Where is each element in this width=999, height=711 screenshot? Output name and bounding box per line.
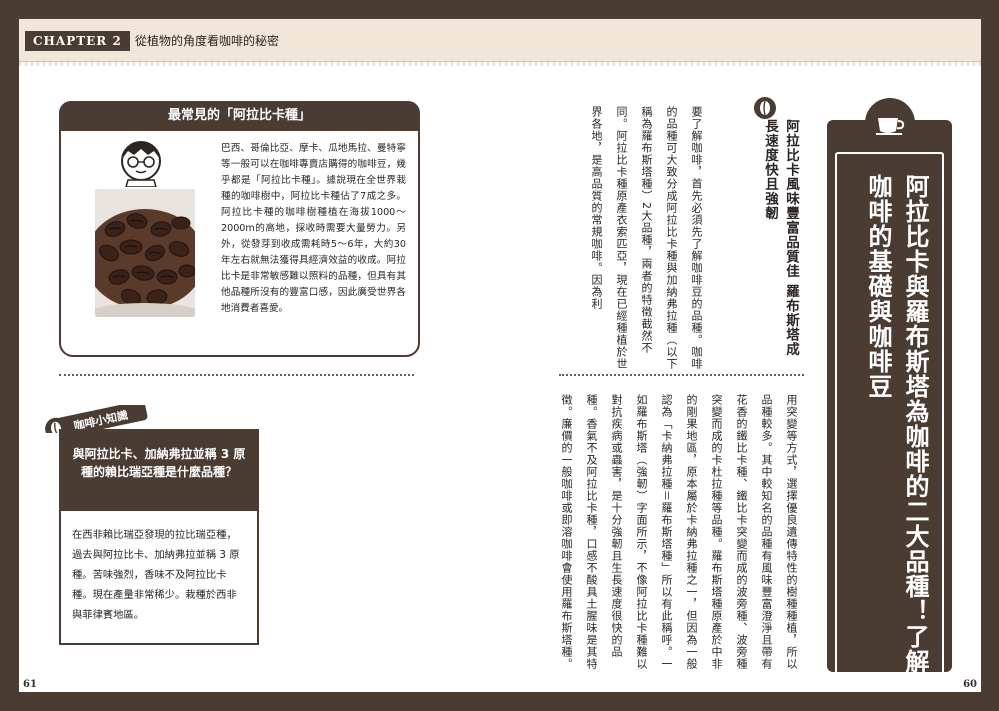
trivia-question: 與阿拉比卡、加納弗拉並稱 3 原種的賴比瑞亞種是什麼品種？ [72,447,246,479]
trivia-question-block: 與阿拉比卡、加納弗拉並稱 3 原種的賴比瑞亞種是什麼品種？ [61,431,257,511]
section-divider [59,374,414,376]
coffee-cup-icon [865,98,915,148]
glasses-character-icon [121,141,161,187]
page-number-left: 61 [23,679,37,690]
trivia-box: 與阿拉比卡、加納弗拉並稱 3 原種的賴比瑞亞種是什麼品種？ 在西非賴比瑞亞發現的… [59,429,259,645]
main-title-box: 阿拉比卡與羅布斯塔為咖啡的二大品種！了解咖啡的基礎與咖啡豆 [827,98,952,686]
arabica-box-text: 巴西、哥倫比亞、摩卡、瓜地馬拉、曼特寧等一般可以在咖啡專賣店購得的咖啡豆，幾乎都… [221,143,406,314]
page-number-right: 60 [963,679,977,690]
arabica-box-title: 最常見的「阿拉比卡種」 [59,101,420,131]
section-divider [559,374,804,376]
title-frame: 阿拉比卡與羅布斯塔為咖啡的二大品種！了解咖啡的基礎與咖啡豆 [827,120,952,686]
coffee-beans-photo [95,189,195,317]
main-title: 阿拉比卡與羅布斯塔為咖啡的二大品種！了解咖啡的基礎與咖啡豆 [864,174,929,674]
title-inner-border: 阿拉比卡與羅布斯塔為咖啡的二大品種！了解咖啡的基礎與咖啡豆 [835,152,944,686]
arabica-info-box: 最常見的「阿拉比卡種」 巴西、哥倫比亞、摩卡、瓜地馬拉、曼特寧等一般可以在咖啡專… [59,101,420,357]
footer: 61 60 [19,678,981,692]
chapter-label: CHAPTER 2 [25,31,130,51]
book-spread: CHAPTER 2 從植物的角度看咖啡的秘密 最常見的「阿拉比卡種」 巴西、哥倫… [19,19,981,692]
trivia-answer: 在西非賴比瑞亞發現的拉比瑞亞種，過去與阿拉比卡、加納弗拉並稱 3 原種。苦味強烈… [72,529,240,621]
body-text-upper: 要了解咖啡，首先必須先了解咖啡豆的品種。咖啡的品種可大致分成阿拉比卡種與加納弗拉… [590,106,703,370]
body-text-lower: 用突變等方式，選擇優良遺傳特性的樹種種植，所以品種較多。其中較知名的品種有風味豐… [560,394,798,670]
chapter-header-bar: CHAPTER 2 從植物的角度看咖啡的秘密 [19,19,981,66]
section-subheading: 阿拉比卡風味豐富品質佳 羅布斯塔成長速度快且強韌 [762,119,799,357]
chapter-title: 從植物的角度看咖啡的秘密 [135,34,280,48]
coffee-bean-icon [754,97,776,119]
